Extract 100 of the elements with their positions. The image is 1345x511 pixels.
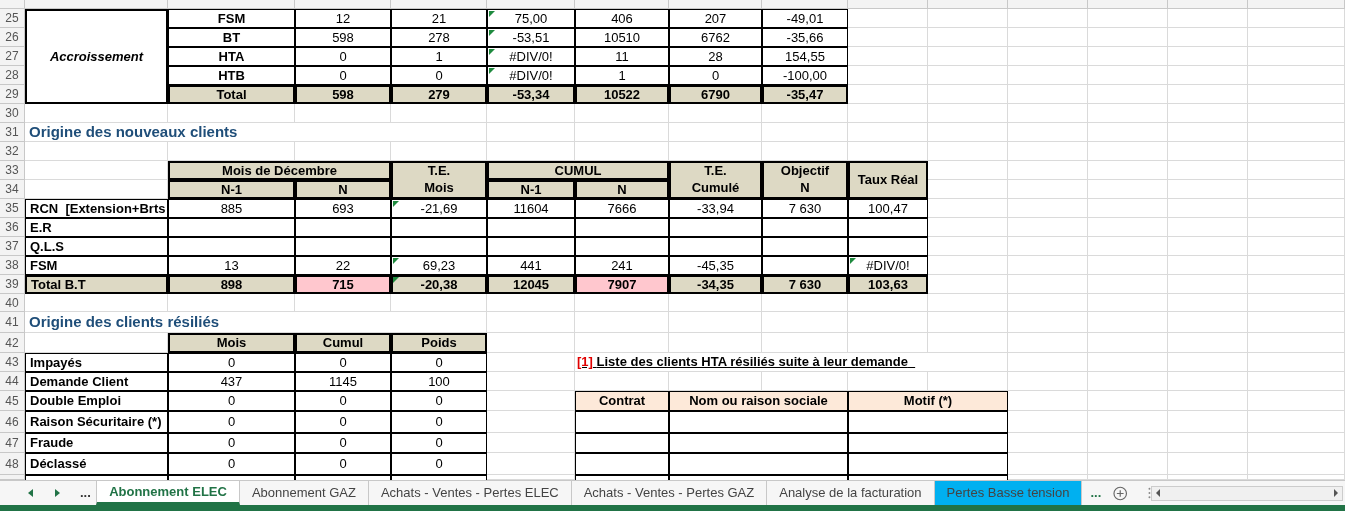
grid-cell[interactable] — [1168, 453, 1248, 475]
grid-cell[interactable] — [1168, 66, 1248, 85]
grid-cell[interactable] — [1248, 104, 1345, 123]
grid-cell[interactable] — [1248, 353, 1345, 372]
grid-cell[interactable] — [1168, 433, 1248, 453]
grid-cell[interactable] — [1088, 180, 1168, 199]
grid-cell[interactable] — [1248, 237, 1345, 256]
grid-cell[interactable] — [1008, 312, 1088, 333]
grid-cell[interactable] — [1248, 161, 1345, 180]
grid-cell[interactable] — [1008, 372, 1088, 391]
grid-cell[interactable] — [1168, 256, 1248, 275]
horizontal-scrollbar[interactable] — [1150, 485, 1343, 501]
grid-cell[interactable] — [1088, 372, 1168, 391]
grid-cell[interactable] — [1248, 180, 1345, 199]
grid-cell[interactable] — [1008, 161, 1088, 180]
grid-cell[interactable] — [575, 333, 669, 353]
grid-cell[interactable] — [1088, 218, 1168, 237]
grid-cell[interactable] — [1248, 411, 1345, 433]
grid-cell[interactable] — [928, 28, 1008, 47]
grid-cell[interactable] — [928, 312, 1008, 333]
grid-cell[interactable] — [575, 123, 669, 142]
grid-cell[interactable] — [1008, 142, 1088, 161]
grid-cell[interactable] — [928, 47, 1008, 66]
grid-cell[interactable] — [1088, 85, 1168, 104]
grid-cell[interactable] — [1008, 256, 1088, 275]
grid-cell[interactable] — [928, 123, 1008, 142]
grid-cell[interactable] — [1248, 275, 1345, 294]
column-header[interactable] — [487, 0, 575, 9]
grid-cell[interactable] — [1248, 123, 1345, 142]
sheet-tab[interactable]: Pertes Basse tension — [934, 481, 1083, 505]
grid-cell[interactable] — [1168, 218, 1248, 237]
grid-cell[interactable] — [1088, 433, 1168, 453]
grid-cell[interactable] — [487, 312, 575, 333]
grid-cell[interactable] — [1248, 391, 1345, 411]
grid-cell[interactable] — [1008, 104, 1088, 123]
grid-cell[interactable] — [1168, 312, 1248, 333]
grid-cell[interactable] — [1088, 47, 1168, 66]
grid-cell[interactable] — [1168, 123, 1248, 142]
row-header[interactable] — [0, 475, 25, 480]
grid-cell[interactable] — [1248, 142, 1345, 161]
grid-cell[interactable] — [1088, 294, 1168, 312]
grid-cell[interactable] — [1168, 411, 1248, 433]
grid-cell[interactable] — [848, 123, 928, 142]
grid-cell[interactable] — [1248, 218, 1345, 237]
grid-cell[interactable] — [1248, 256, 1345, 275]
sheet-tab[interactable]: Abonnement ELEC — [96, 481, 240, 505]
grid-cell[interactable] — [762, 123, 848, 142]
grid-cell[interactable] — [1088, 9, 1168, 28]
grid-cell[interactable] — [1088, 199, 1168, 218]
grid-cell[interactable] — [1088, 312, 1168, 333]
grid-cell[interactable] — [1168, 85, 1248, 104]
grid-cell[interactable] — [1168, 104, 1248, 123]
grid-cell[interactable] — [1088, 123, 1168, 142]
grid-cell[interactable] — [1008, 47, 1088, 66]
grid-cell[interactable] — [1088, 256, 1168, 275]
grid-cell[interactable] — [1248, 66, 1345, 85]
grid-cell[interactable] — [669, 123, 762, 142]
grid-cell[interactable] — [669, 312, 762, 333]
column-header[interactable] — [391, 0, 487, 9]
grid-cell[interactable] — [1168, 161, 1248, 180]
grid-cell[interactable] — [1008, 237, 1088, 256]
more-tabs-button[interactable]: ... — [80, 483, 91, 503]
grid-cell[interactable] — [1168, 237, 1248, 256]
column-header[interactable] — [575, 0, 669, 9]
grid-cell[interactable] — [1008, 218, 1088, 237]
column-header[interactable] — [1248, 0, 1345, 9]
column-header[interactable] — [168, 0, 295, 9]
grid-cell[interactable] — [1088, 66, 1168, 85]
column-header[interactable] — [848, 0, 928, 9]
grid-cell[interactable] — [928, 85, 1008, 104]
grid-cell[interactable] — [1088, 353, 1168, 372]
column-header[interactable] — [762, 0, 848, 9]
grid-cell[interactable] — [1168, 353, 1248, 372]
grid-cell[interactable] — [1168, 180, 1248, 199]
grid-cell[interactable] — [1008, 180, 1088, 199]
grid-cell[interactable] — [1168, 142, 1248, 161]
grid-cell[interactable] — [1248, 9, 1345, 28]
grid-cell[interactable] — [1248, 294, 1345, 312]
grid-cell[interactable] — [1168, 372, 1248, 391]
grid-cell[interactable] — [848, 312, 928, 333]
grid-cell[interactable] — [1248, 199, 1345, 218]
grid-cell[interactable] — [1088, 237, 1168, 256]
grid-cell[interactable] — [1248, 312, 1345, 333]
column-header[interactable] — [1088, 0, 1168, 9]
grid-cell[interactable] — [1168, 47, 1248, 66]
grid-cell[interactable] — [1248, 333, 1345, 353]
grid-cell[interactable] — [1248, 372, 1345, 391]
column-header[interactable] — [669, 0, 762, 9]
column-header[interactable] — [25, 0, 168, 9]
grid-cell[interactable] — [1088, 161, 1168, 180]
grid-cell[interactable] — [1088, 275, 1168, 294]
column-header[interactable] — [928, 0, 1008, 9]
grid-cell[interactable] — [391, 123, 487, 142]
grid-cell[interactable] — [1168, 28, 1248, 47]
grid-cell[interactable] — [848, 333, 928, 353]
grid-cell[interactable] — [1248, 85, 1345, 104]
grid-cell[interactable] — [1248, 28, 1345, 47]
grid-cell[interactable] — [928, 333, 1008, 353]
grid-cell[interactable] — [1008, 123, 1088, 142]
grid-cell[interactable] — [1248, 433, 1345, 453]
